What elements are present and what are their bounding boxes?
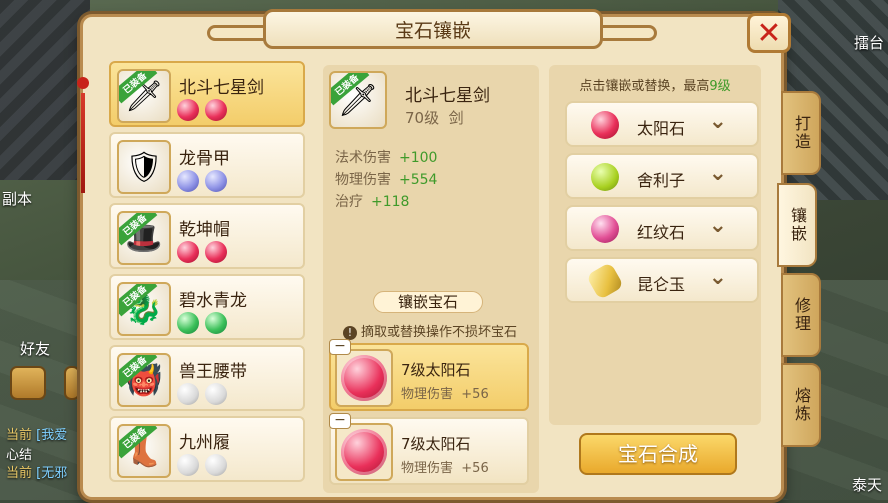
empty-gem-icon <box>205 383 227 405</box>
stat-line: 法术伤害 +100 <box>335 150 438 166</box>
selected-item-level: 70级 剑 <box>405 109 464 127</box>
selected-equipment-panel: 已装备 🗡 北斗七星剑 70级 剑 法术伤害 +100 物理伤害 +554 治疗 +1… <box>323 65 539 493</box>
equipment-item[interactable]: 已装备 🐉 碧水青龙 <box>109 274 305 340</box>
hat-icon: 已装备 🎩 <box>117 211 171 265</box>
remove-gem-button[interactable]: − <box>329 339 351 355</box>
gem-option-sun-stone[interactable]: 太阳石 ⌄ <box>565 101 759 147</box>
empty-gem-icon <box>205 454 227 476</box>
gem-option-label: 昆仑玉 <box>637 275 686 294</box>
sarira-icon <box>591 163 619 191</box>
equipment-name: 北斗七星剑 <box>179 78 264 98</box>
socketed-gems <box>177 241 227 263</box>
sun-gem-icon <box>177 241 199 263</box>
slot-gem-effect: 物理伤害 +56 <box>401 387 489 402</box>
gem-option-sarira[interactable]: 舍利子 ⌄ <box>565 153 759 199</box>
dragon-ring-icon: 已装备 🐉 <box>117 282 171 336</box>
equipment-item[interactable]: 已装备 🎩 乾坤帽 <box>109 203 305 269</box>
inlay-section-title: 镶嵌宝石 <box>373 291 483 313</box>
sun-gem-icon <box>177 99 199 121</box>
equipment-name: 兽王腰带 <box>179 362 247 382</box>
chevron-down-icon[interactable]: ⌄ <box>709 109 727 134</box>
inlay-hint: 点击镶嵌或替换，最高9级 <box>579 79 731 94</box>
tassel-decoration <box>77 77 89 197</box>
armor-icon: 🛡 <box>117 140 171 194</box>
gem-option-label: 太阳石 <box>637 119 686 138</box>
gem-selection-panel: 点击镶嵌或替换，最高9级 太阳石 ⌄ 舍利子 ⌄ 红纹石 ⌄ 昆仑玉 ⌄ <box>549 65 761 425</box>
gem-compose-button[interactable]: 宝石合成 <box>579 433 737 475</box>
chat-line: 心结 <box>6 448 33 463</box>
arena-label[interactable]: 擂台 <box>854 32 884 53</box>
sun-gem-icon <box>205 99 227 121</box>
boots-icon: 已装备 👢 <box>117 424 171 478</box>
window-title: 宝石镶嵌 <box>263 9 603 49</box>
tab-repair[interactable]: 修理 <box>781 273 821 357</box>
remove-gem-button[interactable]: − <box>329 413 351 429</box>
equipment-item[interactable]: 已装备 👢 九州履 <box>109 416 305 482</box>
chevron-down-icon[interactable]: ⌄ <box>709 265 727 290</box>
equipment-name: 碧水青龙 <box>179 291 247 311</box>
kunlun-jade-icon <box>585 261 625 301</box>
gem-slot[interactable]: − 7级太阳石 物理伤害 +56 <box>329 339 529 411</box>
npc-name-label: 泰天 <box>851 476 882 494</box>
gem-slot[interactable]: − 7级太阳石 物理伤害 +56 <box>329 413 529 485</box>
moon-gem-icon <box>205 170 227 192</box>
sun-stone-icon <box>335 423 393 481</box>
sun-stone-icon <box>591 111 619 139</box>
sun-gem-icon <box>205 241 227 263</box>
slot-gem-name: 7级太阳石 <box>401 435 471 453</box>
chevron-down-icon[interactable]: ⌄ <box>709 213 727 238</box>
green-gem-icon <box>205 312 227 334</box>
chevron-down-icon[interactable]: ⌄ <box>709 161 727 186</box>
stat-line: 治疗 +118 <box>335 194 410 210</box>
tab-forge[interactable]: 打造 <box>781 91 821 175</box>
friends-label[interactable]: 好友 <box>20 338 50 359</box>
gem-option-kunlun-jade[interactable]: 昆仑玉 ⌄ <box>565 257 759 303</box>
moon-gem-icon <box>177 170 199 192</box>
chat-line: 当前 [无邪 <box>6 466 68 481</box>
slot-gem-name: 7级太阳石 <box>401 361 471 379</box>
close-icon: ✕ <box>756 15 782 51</box>
socketed-gems <box>177 454 227 476</box>
equipment-item[interactable]: 🛡 龙骨甲 <box>109 132 305 198</box>
empty-gem-icon <box>177 454 199 476</box>
chat-line: 当前 [我爱 <box>6 428 68 443</box>
equipment-name: 龙骨甲 <box>179 149 230 169</box>
equipment-item[interactable]: 已装备 👹 兽王腰带 <box>109 345 305 411</box>
voice-button[interactable] <box>64 366 80 400</box>
item-stats: 法术伤害 +100 物理伤害 +554 治疗 +118 <box>335 147 437 213</box>
socketed-gems <box>177 170 227 192</box>
socketed-gems <box>177 383 227 405</box>
equipment-list[interactable]: 已装备 🗡 北斗七星剑 🛡 龙骨甲已装备 🎩 乾坤帽已装备 🐉 碧水青龙已装备 👹 兽王腰带已装备 👢… <box>105 61 311 503</box>
slot-gem-effect: 物理伤害 +56 <box>401 461 489 476</box>
gem-inlay-window: 宝石镶嵌 ✕ 已装备 🗡 北斗七星剑 🛡 龙骨甲已装备 🎩 乾坤帽已装备 🐉 碧水青龙已装备 👹 兽… <box>77 9 821 503</box>
sun-stone-icon <box>335 349 393 407</box>
equipment-item[interactable]: 已装备 🗡 北斗七星剑 <box>109 61 305 127</box>
gem-option-label: 红纹石 <box>637 223 686 242</box>
tab-inlay[interactable]: 镶嵌 <box>777 183 817 267</box>
tab-smelt[interactable]: 熔炼 <box>781 363 821 447</box>
equipment-name: 九州履 <box>179 433 230 453</box>
sword-icon: 已装备 🗡 <box>117 69 171 123</box>
equipment-name: 乾坤帽 <box>179 220 230 240</box>
chat-button[interactable] <box>10 366 46 400</box>
empty-gem-icon <box>177 383 199 405</box>
socketed-gems <box>177 312 227 334</box>
red-stone-icon <box>591 215 619 243</box>
gem-option-red-stone[interactable]: 红纹石 ⌄ <box>565 205 759 251</box>
close-button[interactable]: ✕ <box>747 13 791 53</box>
inlay-note: ! 摘取或替换操作不损坏宝石 <box>343 321 517 340</box>
sword-icon: 已装备 🗡 <box>329 71 387 129</box>
green-gem-icon <box>177 312 199 334</box>
selected-item-name: 北斗七星剑 <box>405 86 490 106</box>
gem-option-label: 舍利子 <box>637 171 686 190</box>
dungeon-label[interactable]: 副本 <box>2 188 32 209</box>
socketed-gems <box>177 99 227 121</box>
stat-line: 物理伤害 +554 <box>335 172 438 188</box>
belt-icon: 已装备 👹 <box>117 353 171 407</box>
